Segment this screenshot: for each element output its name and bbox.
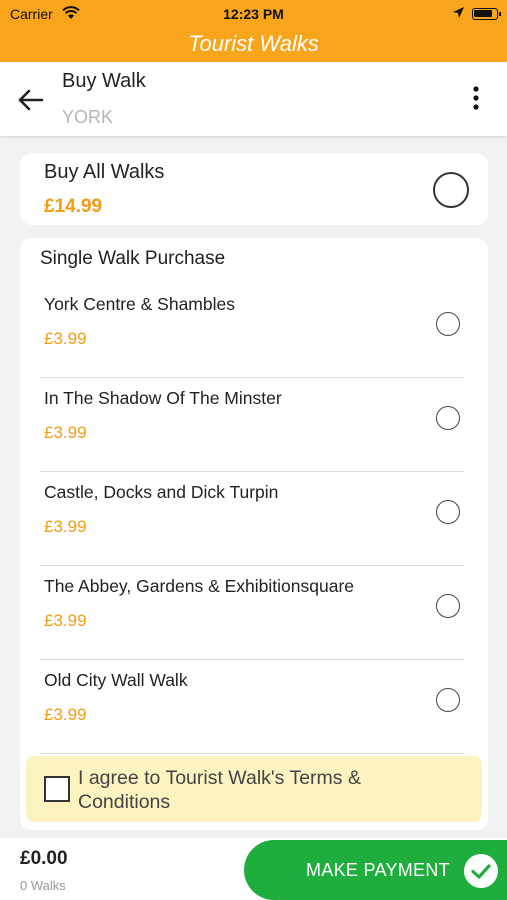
terms-checkbox[interactable] [44,776,70,802]
walk-radio[interactable] [436,500,460,524]
make-payment-label: MAKE PAYMENT [306,860,450,880]
walk-price: £3.99 [44,611,87,630]
back-arrow-icon[interactable] [14,84,46,116]
buy-all-card[interactable]: Buy All Walks £14.99 [20,153,488,225]
walk-item[interactable]: The Abbey, Gardens & Exhibitionsquare £3… [40,566,464,660]
make-payment-button[interactable]: MAKE PAYMENT [244,840,507,900]
walk-item[interactable]: Castle, Docks and Dick Turpin £3.99 [40,472,464,566]
walk-name: In The Shadow Of The Minster [44,388,282,408]
walk-name: Old City Wall Walk [44,670,188,690]
status-bar: Carrier 12:23 PM [0,0,507,28]
buy-all-price: £14.99 [44,196,103,217]
single-walk-card: Single Walk Purchase York Centre & Shamb… [20,238,488,830]
battery-icon [472,8,501,20]
checkmark-icon [464,854,498,888]
buy-all-label: Buy All Walks [44,161,165,183]
total-amount: £0.00 [20,848,68,869]
walk-name: Castle, Docks and Dick Turpin [44,482,279,502]
location-arrow-icon [452,6,465,22]
toolbar: Buy Walk YORK [0,62,507,136]
walk-radio[interactable] [436,406,460,430]
walk-radio[interactable] [436,312,460,336]
page-title: Buy Walk [62,70,146,92]
walk-price: £3.99 [44,705,87,724]
walk-item[interactable]: Old City Wall Walk £3.99 [40,660,464,754]
walk-count: 0 Walks [20,878,66,893]
more-vertical-icon[interactable] [464,84,488,114]
walk-radio[interactable] [436,688,460,712]
terms-agreement: I agree to Tourist Walk's Terms & Condit… [26,756,482,822]
app-header: Tourist Walks [0,28,507,62]
walk-item[interactable]: In The Shadow Of The Minster £3.99 [40,378,464,472]
app-title: Tourist Walks [188,31,319,56]
bottom-bar: £0.00 0 Walks MAKE PAYMENT [0,838,507,900]
battery-level [474,10,492,17]
walk-name: York Centre & Shambles [44,294,235,314]
walk-price: £3.99 [44,329,87,348]
status-time: 12:23 PM [223,6,284,22]
buy-all-radio[interactable] [433,172,469,208]
walk-price: £3.99 [44,517,87,536]
walk-item[interactable]: York Centre & Shambles £3.99 [40,284,464,378]
walk-radio[interactable] [436,594,460,618]
walk-name: The Abbey, Gardens & Exhibitionsquare [44,576,355,596]
page-subtitle: YORK [62,107,114,127]
section-title: Single Walk Purchase [40,248,226,269]
terms-label: I agree to Tourist Walk's Terms & Condit… [78,767,361,813]
walk-price: £3.99 [44,423,87,442]
